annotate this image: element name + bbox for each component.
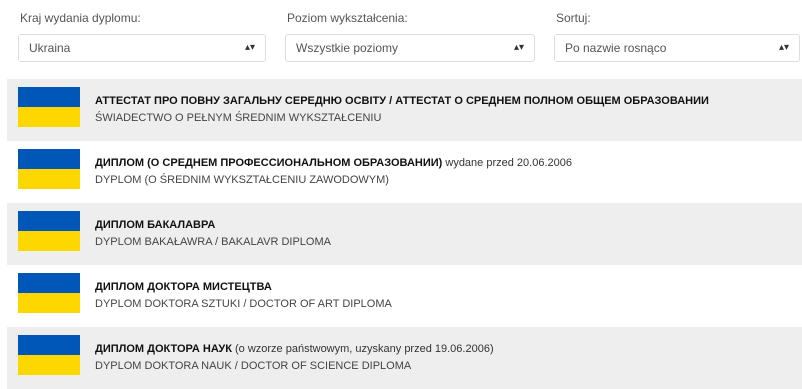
list-item[interactable]: АТТЕСТАТ ПРО ПОВНУ ЗАГАЛЬНУ СЕРЕДНЮ ОСВІ… xyxy=(7,79,802,141)
sort-select[interactable]: Po nazwie rosnąco ▴▾ xyxy=(554,34,800,62)
item-title: ДИПЛОМ (О СРЕДНЕМ ПРОФЕССИОНАЛЬНОМ ОБРАЗ… xyxy=(95,157,572,169)
item-title-text: ДИПЛОМ ДОКТОРА МИСТЕЦТВА xyxy=(95,281,272,293)
item-title-text: АТТЕСТАТ ПРО ПОВНУ ЗАГАЛЬНУ СЕРЕДНЮ ОСВІ… xyxy=(95,95,709,107)
sort-filter-label: Sortuj: xyxy=(556,11,591,25)
item-subtitle: DYPLOM BAKAŁAWRA / BAKALAVR DIPLOMA xyxy=(95,236,331,248)
filter-bar: Kraj wydania dyplomu: Ukraina ▴▾ Poziom … xyxy=(0,0,802,70)
level-select[interactable]: Wszystkie poziomy ▴▾ xyxy=(285,34,535,62)
item-subtitle: ŚWIADECTWO O PEŁNYM ŚREDNIM WYKSZTAŁCENI… xyxy=(95,112,382,124)
sort-select-value: Po nazwie rosnąco xyxy=(565,41,667,55)
ukraine-flag-icon xyxy=(18,149,80,189)
item-subtitle: DYPLOM DOKTORA NAUK / DOCTOR OF SCIENCE … xyxy=(95,360,412,372)
item-title-text: ДИПЛОМ БАКАЛАВРА xyxy=(95,219,216,231)
item-title: АТТЕСТАТ ПРО ПОВНУ ЗАГАЛЬНУ СЕРЕДНЮ ОСВІ… xyxy=(95,95,709,107)
item-title-text: ДИПЛОМ ДОКТОРА НАУК xyxy=(95,343,232,355)
list-item[interactable]: ДИПЛОМ БАКАЛАВРА DYPLOM BAKAŁAWRA / BAKA… xyxy=(7,203,802,265)
list-item[interactable]: ДИПЛОМ (О СРЕДНЕМ ПРОФЕССИОНАЛЬНОМ ОБРАЗ… xyxy=(7,141,802,203)
item-title: ДИПЛОМ БАКАЛАВРА xyxy=(95,219,215,231)
list-item[interactable]: ДИПЛОМ ДОКТОРА НАУК (o wzorze państwowym… xyxy=(7,327,802,389)
country-filter-label: Kraj wydania dyplomu: xyxy=(20,11,141,25)
list-item[interactable]: ДИПЛОМ ДОКТОРА МИСТЕЦТВА DYPLOM DOKTORA … xyxy=(7,265,802,327)
item-title: ДИПЛОМ ДОКТОРА НАУК (o wzorze państwowym… xyxy=(95,343,494,355)
ukraine-flag-icon xyxy=(18,211,80,251)
level-filter-label: Poziom wykształcenia: xyxy=(287,11,408,25)
diploma-list: АТТЕСТАТ ПРО ПОВНУ ЗАГАЛЬНУ СЕРЕДНЮ ОСВІ… xyxy=(7,79,802,389)
ukraine-flag-icon xyxy=(18,335,80,375)
country-select-value: Ukraina xyxy=(29,41,71,55)
item-note: (o wzorze państwowym, uzyskany przed 19.… xyxy=(231,343,494,355)
updown-arrow-icon: ▴▾ xyxy=(778,42,789,53)
item-note: wydane przed 20.06.2006 xyxy=(442,157,572,169)
ukraine-flag-icon xyxy=(18,87,80,127)
item-subtitle: DYPLOM DOKTORA SZTUKI / DOCTOR OF ART DI… xyxy=(95,298,392,310)
level-select-value: Wszystkie poziomy xyxy=(296,41,399,55)
item-title-text: ДИПЛОМ (О СРЕДНЕМ ПРОФЕССИОНАЛЬНОМ ОБРАЗ… xyxy=(95,157,443,169)
updown-arrow-icon: ▴▾ xyxy=(513,42,524,53)
country-select[interactable]: Ukraina ▴▾ xyxy=(18,34,266,62)
item-subtitle: DYPLOM (O ŚREDNIM WYKSZTAŁCENIU ZAWODOWY… xyxy=(95,174,389,186)
updown-arrow-icon: ▴▾ xyxy=(244,42,255,53)
ukraine-flag-icon xyxy=(18,273,80,313)
item-title: ДИПЛОМ ДОКТОРА МИСТЕЦТВА xyxy=(95,281,272,293)
